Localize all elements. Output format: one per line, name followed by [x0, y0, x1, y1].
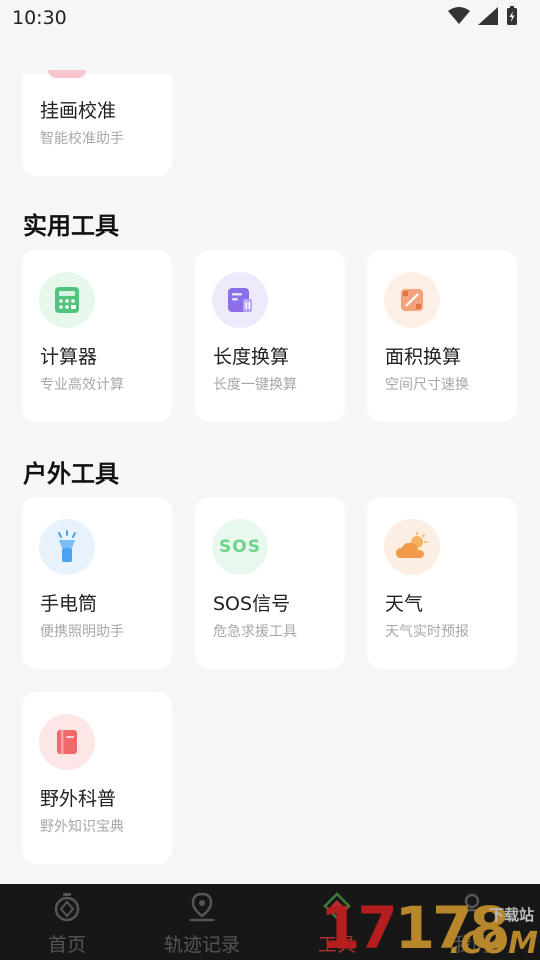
tool-card-title: 挂画校准 — [40, 100, 117, 122]
tool-card-calculator[interactable]: 计算器 专业高效计算 — [22, 250, 172, 422]
calculator-icon — [39, 272, 95, 328]
watermark-logo: 17178 下载站 .COM — [320, 896, 540, 960]
weather-icon — [384, 519, 440, 575]
tool-card-area-conversion[interactable]: 面积换算 空间尺寸速换 — [367, 250, 517, 422]
stopwatch-icon — [52, 892, 82, 922]
tool-card-title: 手电筒 — [40, 593, 98, 615]
watermark-site-text: 下载站 — [488, 906, 534, 924]
cellular-signal-icon — [478, 7, 498, 29]
tool-card-subtitle: 长度一键换算 — [213, 377, 297, 393]
tool-card-title: 野外科普 — [40, 788, 117, 810]
section-title-practical: 实用工具 — [23, 212, 119, 240]
tool-card-subtitle: 天气实时预报 — [385, 624, 469, 640]
tool-card-subtitle: 专业高效计算 — [40, 377, 124, 393]
location-pin-icon — [187, 892, 217, 922]
status-time: 10:30 — [12, 7, 67, 29]
tool-card-weather[interactable]: 天气 天气实时预报 — [367, 497, 517, 669]
status-icons — [448, 6, 518, 30]
tool-card-subtitle: 智能校准助手 — [40, 131, 124, 147]
nav-item-track-record[interactable]: 轨迹记录 — [152, 892, 252, 956]
ruler-convert-icon — [212, 272, 268, 328]
nav-item-home[interactable]: 首页 — [17, 892, 117, 956]
section-title-outdoor: 户外工具 — [23, 460, 119, 488]
tool-card-subtitle: 野外知识宝典 — [40, 819, 124, 835]
tool-card-title: 面积换算 — [385, 346, 462, 368]
calibration-icon — [48, 70, 86, 78]
watermark-number-red: 17 — [320, 894, 398, 960]
nav-label: 首页 — [47, 934, 86, 956]
nav-label: 轨迹记录 — [163, 934, 240, 956]
tool-card-outdoor-knowledge[interactable]: 野外科普 野外知识宝典 — [22, 692, 172, 864]
watermark-suffix: .COM — [449, 926, 538, 960]
tool-card-title: 天气 — [385, 593, 424, 615]
sos-icon-text: SOS — [219, 537, 261, 557]
tool-card-title: 长度换算 — [213, 346, 290, 368]
tool-card-title: SOS信号 — [213, 593, 291, 615]
sos-icon: SOS — [212, 519, 268, 575]
tool-card-title: 计算器 — [40, 346, 98, 368]
book-icon — [39, 714, 95, 770]
tool-card-subtitle: 空间尺寸速换 — [385, 377, 469, 393]
tool-card-subtitle: 危急求援工具 — [213, 624, 297, 640]
battery-charging-icon — [506, 6, 518, 30]
tool-card-subtitle: 便携照明助手 — [40, 624, 124, 640]
tool-card-painting-calibration[interactable]: 挂画校准 智能校准助手 — [22, 70, 172, 176]
wifi-icon — [448, 7, 470, 29]
tool-card-length-conversion[interactable]: 长度换算 长度一键换算 — [195, 250, 345, 422]
tool-card-sos-signal[interactable]: SOS SOS信号 危急求援工具 — [195, 497, 345, 669]
status-bar: 10:30 — [0, 0, 540, 36]
tool-card-flashlight[interactable]: 手电筒 便携照明助手 — [22, 497, 172, 669]
area-icon — [384, 272, 440, 328]
flashlight-icon — [39, 519, 95, 575]
